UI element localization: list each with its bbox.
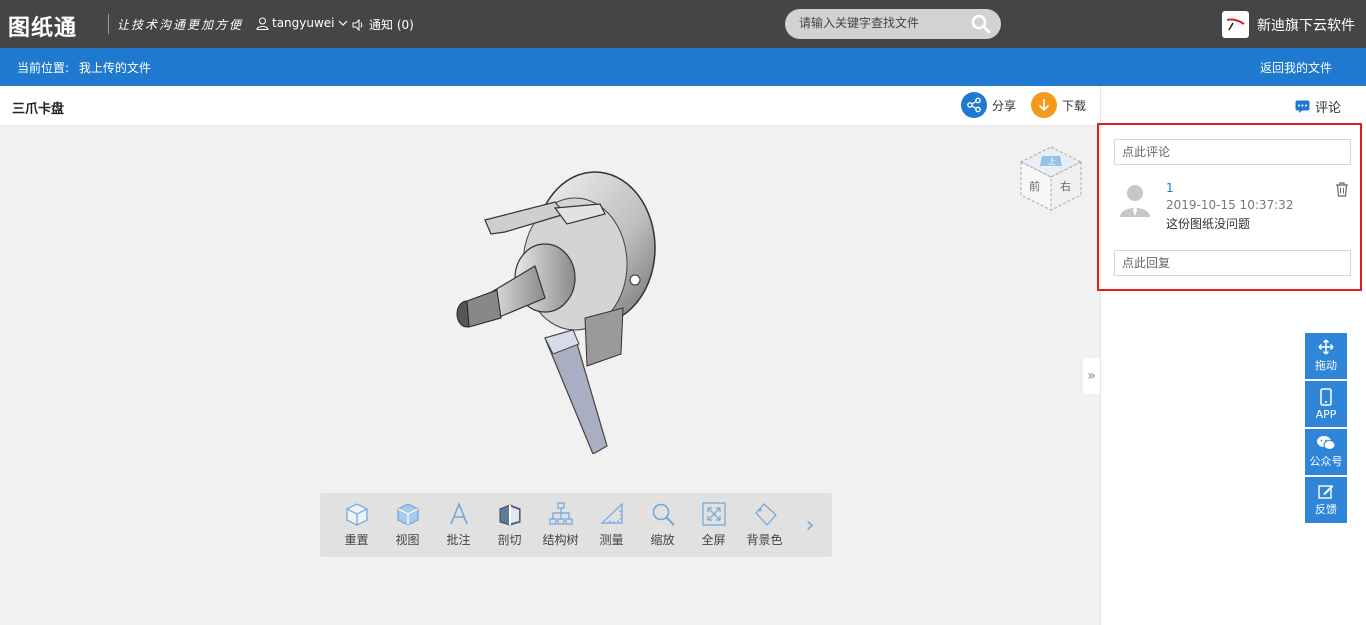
wechat-label: 公众号 — [1309, 455, 1343, 468]
toolbar-view-label: 视图 — [395, 533, 420, 547]
brand-logo-icon — [1222, 11, 1249, 38]
comment-input[interactable] — [1114, 139, 1351, 165]
toolbar-tree-button[interactable]: 结构树 — [535, 493, 586, 557]
top-bar: 图纸通 让技术沟通更加方便 tangyuwei 通知 (0) 新迪旗下云软件 — [0, 0, 1366, 48]
wechat-icon — [1317, 436, 1336, 450]
chevron-down-icon — [338, 20, 347, 26]
notification-link[interactable]: 通知 (0) — [352, 16, 414, 33]
avatar — [1120, 185, 1150, 217]
feedback-label: 反馈 — [1315, 503, 1337, 516]
app-label: APP — [1315, 407, 1337, 421]
file-title-bar: 三爪卡盘 分享 下载 — [0, 86, 1100, 126]
search-box — [785, 9, 1001, 39]
reset-cube-icon — [345, 503, 368, 526]
file-title: 三爪卡盘 — [12, 102, 65, 117]
view-cube-navigator[interactable]: 上 前 右 — [1018, 144, 1084, 214]
move-label: 拖动 — [1315, 359, 1337, 372]
wechat-official-account-button[interactable]: 公众号 — [1305, 429, 1347, 475]
breadcrumb-current[interactable]: 我上传的文件 — [79, 61, 151, 75]
back-to-my-files-link[interactable]: 返回我的文件 — [1260, 59, 1332, 76]
search-input[interactable] — [799, 16, 959, 30]
notification-label: 通知 (0) — [369, 18, 414, 32]
trash-icon[interactable] — [1335, 182, 1349, 197]
toolbar-fullscreen-button[interactable]: 全屏 — [688, 493, 739, 557]
logo[interactable]: 图纸通 — [8, 10, 77, 42]
download-icon — [1031, 92, 1057, 118]
download-label: 下载 — [1062, 98, 1087, 113]
comment-bubble-icon — [1295, 100, 1310, 113]
feedback-button[interactable]: 反馈 — [1305, 477, 1347, 523]
viewcube-top-label: 上 — [1048, 157, 1056, 166]
tree-icon — [548, 502, 573, 525]
toolbar-section-button[interactable]: 剖切 — [484, 493, 535, 557]
breadcrumb: 当前位置: 我上传的文件 — [17, 59, 151, 76]
viewcube-front-label: 前 — [1029, 179, 1040, 193]
share-button[interactable]: 分享 — [961, 92, 1016, 118]
share-icon — [961, 92, 987, 118]
brand-name: 新迪旗下云软件 — [1257, 17, 1355, 34]
toolbar-background-button[interactable]: 背景色 — [739, 493, 790, 557]
user-menu[interactable]: tangyuwei — [256, 16, 348, 30]
comment-timestamp: 2019-10-15 10:37:32 — [1166, 198, 1294, 212]
username: tangyuwei — [272, 16, 335, 30]
toolbar-annotate-label: 批注 — [446, 533, 471, 547]
speaker-icon — [352, 18, 363, 31]
three-jaw-chuck-model[interactable] — [445, 168, 660, 454]
brand-link[interactable]: 新迪旗下云软件 — [1222, 11, 1355, 38]
reply-input[interactable] — [1114, 250, 1351, 276]
measure-icon — [599, 502, 623, 524]
toolbar-section-label: 剖切 — [497, 533, 522, 547]
search-icon[interactable] — [971, 14, 991, 34]
share-label: 分享 — [992, 98, 1017, 113]
section-icon — [499, 504, 520, 526]
model-viewer-canvas[interactable]: 上 前 右 » 重置 视图 批注 剖切 结构树 测量 缩放 全屏 背景色 › — [0, 126, 1100, 625]
move-icon — [1318, 339, 1334, 355]
viewcube-right-label: 右 — [1060, 179, 1071, 193]
comment-author[interactable]: 1 — [1166, 181, 1174, 195]
toolbar-background-label: 背景色 — [746, 533, 783, 547]
fullscreen-icon — [701, 502, 726, 526]
breadcrumb-bar: 当前位置: 我上传的文件 返回我的文件 — [0, 48, 1366, 86]
comment-text: 这份图纸没问题 — [1166, 217, 1251, 231]
panel-collapse-handle[interactable]: » — [1083, 358, 1100, 394]
toolbar-reset-label: 重置 — [344, 533, 369, 547]
viewer-toolbar: 重置 视图 批注 剖切 结构树 测量 缩放 全屏 背景色 › — [320, 493, 832, 557]
comment-section-highlight: 1 2019-10-15 10:37:32 这份图纸没问题 — [1097, 123, 1362, 291]
comment-tab[interactable]: 评论 — [1295, 97, 1341, 116]
slogan: 让技术沟通更加方便 — [117, 18, 244, 32]
toolbar-next-chevron-icon[interactable]: › — [790, 493, 830, 557]
annotate-icon — [449, 501, 468, 525]
zoom-icon — [652, 503, 675, 526]
breadcrumb-label: 当前位置: — [17, 61, 70, 75]
toolbar-annotate-button[interactable]: 批注 — [433, 493, 484, 557]
toolbar-view-button[interactable]: 视图 — [382, 493, 433, 557]
toolbar-fullscreen-label: 全屏 — [701, 533, 726, 547]
edit-icon — [1318, 485, 1334, 499]
background-icon — [754, 503, 777, 526]
toolbar-reset-button[interactable]: 重置 — [331, 493, 382, 557]
toolbar-measure-button[interactable]: 测量 — [586, 493, 637, 557]
toolbar-zoom-button[interactable]: 缩放 — [637, 493, 688, 557]
download-button[interactable]: 下载 — [1031, 92, 1086, 118]
phone-icon — [1320, 387, 1332, 406]
app-button[interactable]: APP — [1305, 381, 1347, 427]
logo-divider — [108, 14, 109, 34]
move-button[interactable]: 拖动 — [1305, 333, 1347, 379]
comment-tab-label: 评论 — [1315, 101, 1342, 116]
toolbar-tree-label: 结构树 — [542, 533, 579, 547]
floating-side-buttons: 拖动 APP 公众号 反馈 — [1305, 333, 1347, 525]
toolbar-zoom-label: 缩放 — [650, 533, 675, 547]
toolbar-measure-label: 测量 — [599, 533, 624, 547]
user-icon — [256, 17, 269, 30]
view-cube-icon — [396, 503, 419, 526]
